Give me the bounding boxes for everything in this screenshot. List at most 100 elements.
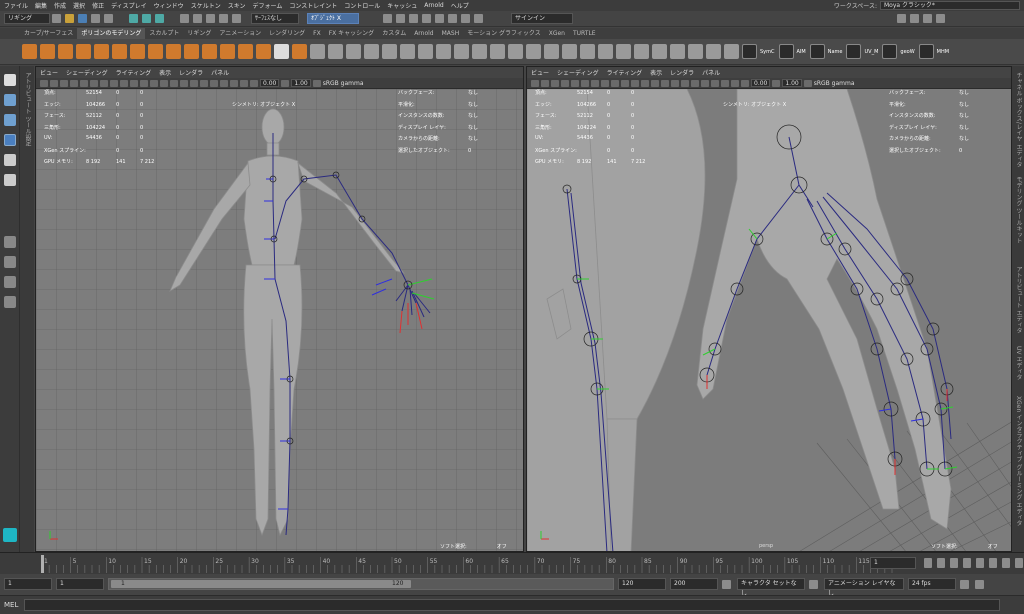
shelf-tab[interactable]: レンダリング xyxy=(265,28,309,39)
planar-uv-icon[interactable] xyxy=(598,44,613,59)
offset-edge-loop-icon[interactable] xyxy=(508,44,523,59)
go-to-start-icon[interactable] xyxy=(924,558,932,568)
shadows-icon[interactable] xyxy=(190,79,198,87)
shelf-tab[interactable]: Arnold xyxy=(410,28,437,39)
gamma-field[interactable]: 1.00 xyxy=(782,79,802,87)
wireframe-on-shaded-icon[interactable] xyxy=(651,79,659,87)
menu-item[interactable]: コントロール xyxy=(344,1,380,10)
ambient-occlusion-icon[interactable] xyxy=(691,79,699,87)
menu-item[interactable]: 選択 xyxy=(73,1,85,10)
menu-item[interactable]: 作成 xyxy=(54,1,66,10)
camera-icon[interactable] xyxy=(531,79,539,87)
bookmark-icon[interactable] xyxy=(551,79,559,87)
film-gate-icon[interactable] xyxy=(90,79,98,87)
ambient-occlusion-icon[interactable] xyxy=(200,79,208,87)
text-tool-icon[interactable] xyxy=(274,44,289,59)
step-back-frame-icon[interactable] xyxy=(950,558,958,568)
tool-settings-icon[interactable] xyxy=(923,14,932,23)
exposure-field[interactable]: 0.00 xyxy=(260,79,280,87)
view-menu[interactable]: ビュー xyxy=(40,68,58,77)
bookmark-icon[interactable] xyxy=(60,79,68,87)
lighting-menu[interactable]: ライティング xyxy=(116,68,152,77)
lasso-tool-icon[interactable] xyxy=(4,94,16,106)
shadows-icon[interactable] xyxy=(681,79,689,87)
menu-item[interactable]: Arnold xyxy=(424,2,443,9)
move-tool-icon[interactable] xyxy=(4,134,16,146)
safe-action-icon[interactable] xyxy=(621,79,629,87)
shelf-tab[interactable]: FX xyxy=(309,28,325,39)
snap-point-icon[interactable] xyxy=(206,14,215,23)
sign-in-button[interactable]: サインイン xyxy=(511,13,573,24)
textured-icon[interactable] xyxy=(170,79,178,87)
color-management-icon[interactable] xyxy=(803,79,812,87)
exposure-icon[interactable] xyxy=(741,79,749,87)
menu-item[interactable]: ファイル xyxy=(4,1,28,10)
menu-set-dropdown[interactable]: リギング xyxy=(4,13,50,24)
menu-item[interactable]: スケルトン xyxy=(191,1,221,10)
menu-item[interactable]: 編集 xyxy=(35,1,47,10)
symmetry-dropdown[interactable]: ｵﾌﾞｼﾞｪｸﾄ X xyxy=(307,13,359,24)
renderer-menu[interactable]: レンダラ xyxy=(670,68,694,77)
xray-icon[interactable] xyxy=(711,79,719,87)
select-hierarchy-icon[interactable] xyxy=(129,14,138,23)
tool-settings-tab[interactable]: ツール設定 xyxy=(23,116,32,146)
exposure-field[interactable]: 0.00 xyxy=(751,79,771,87)
time-slider[interactable]: 1 5 10 15 20 25 30 35 40 45 50 55 60 65 70 75 80 85 90 95 10… xyxy=(0,552,1024,574)
resolution-gate-icon[interactable] xyxy=(591,79,599,87)
mirror-icon[interactable] xyxy=(562,44,577,59)
poly-cube-icon[interactable] xyxy=(40,44,55,59)
viewport-canvas[interactable]: 頂点: 52154 0 0 エッジ: 104266 0 0 フェース: 52112 0 0 三角形: 10… xyxy=(36,89,523,551)
undo-icon[interactable] xyxy=(91,14,100,23)
render-current-icon[interactable] xyxy=(383,14,392,23)
xray-joints-icon[interactable] xyxy=(230,79,238,87)
quad-draw-icon[interactable] xyxy=(526,44,541,59)
channel-box-tab[interactable]: チャネル ボックス/レイヤ エディタ xyxy=(1014,72,1023,168)
delete-history-icon[interactable] xyxy=(652,44,667,59)
shelf-tab[interactable]: カーブ/サーフェス xyxy=(20,28,77,39)
geow-script-icon[interactable] xyxy=(882,44,898,59)
view-menu[interactable]: ビュー xyxy=(531,68,549,77)
poly-plane-icon[interactable] xyxy=(112,44,127,59)
film-gate-icon[interactable] xyxy=(581,79,589,87)
image-plane-icon[interactable] xyxy=(70,79,78,87)
lights-icon[interactable] xyxy=(180,79,188,87)
go-to-end-icon[interactable] xyxy=(1015,558,1023,568)
symc-script-icon[interactable] xyxy=(742,44,757,59)
viewport-front[interactable]: ビュー シェーディング ライティング 表示 レンダラ パネル 0.00 1.00… xyxy=(35,66,524,552)
attribute-editor-icon[interactable] xyxy=(910,14,919,23)
uv-editor-tab[interactable]: UV エディタ xyxy=(1014,346,1023,380)
boolean-union-icon[interactable] xyxy=(364,44,379,59)
command-language-label[interactable]: MEL xyxy=(4,601,18,609)
new-scene-icon[interactable] xyxy=(52,14,61,23)
poly-cylinder-icon[interactable] xyxy=(58,44,73,59)
play-forward-icon[interactable] xyxy=(976,558,984,568)
ipr-render-icon[interactable] xyxy=(396,14,405,23)
step-forward-key-icon[interactable] xyxy=(1002,558,1010,568)
workspace-dropdown[interactable]: Moya クラシック* xyxy=(880,1,1020,10)
wireframe-icon[interactable] xyxy=(631,79,639,87)
xray-icon[interactable] xyxy=(220,79,228,87)
menu-item[interactable]: キャッシュ xyxy=(387,1,417,10)
camera-attr-icon[interactable] xyxy=(50,79,58,87)
select-object-icon[interactable] xyxy=(142,14,151,23)
poly-pyramid-icon[interactable] xyxy=(166,44,181,59)
sphere-soccer-icon[interactable] xyxy=(256,44,271,59)
step-forward-frame-icon[interactable] xyxy=(989,558,997,568)
range-slider[interactable]: 1 120 xyxy=(108,578,614,590)
panels-menu[interactable]: パネル xyxy=(211,68,229,77)
camera-attr-icon[interactable] xyxy=(541,79,549,87)
mhm-script-icon[interactable] xyxy=(918,44,934,59)
aim-script-icon[interactable] xyxy=(778,44,794,59)
lighting-menu[interactable]: ライティング xyxy=(607,68,643,77)
antialias-icon[interactable] xyxy=(210,79,218,87)
svg-tool-icon[interactable] xyxy=(292,44,307,59)
wireframe-icon[interactable] xyxy=(140,79,148,87)
shelf-tab[interactable]: XGen xyxy=(545,28,569,39)
viewport-canvas[interactable]: 頂点: 52154 0 0 エッジ: 104266 0 0 フェース: 52112 0 0 三角形: 10… xyxy=(527,89,1011,551)
shelf-tab[interactable]: スカルプト xyxy=(145,28,183,39)
redo-icon[interactable] xyxy=(104,14,113,23)
current-frame-field[interactable]: 1 xyxy=(870,557,916,569)
wireframe-on-shaded-icon[interactable] xyxy=(160,79,168,87)
camera-icon[interactable] xyxy=(40,79,48,87)
modeling-toolkit-tab[interactable]: モデリング ツールキット xyxy=(1014,176,1023,244)
